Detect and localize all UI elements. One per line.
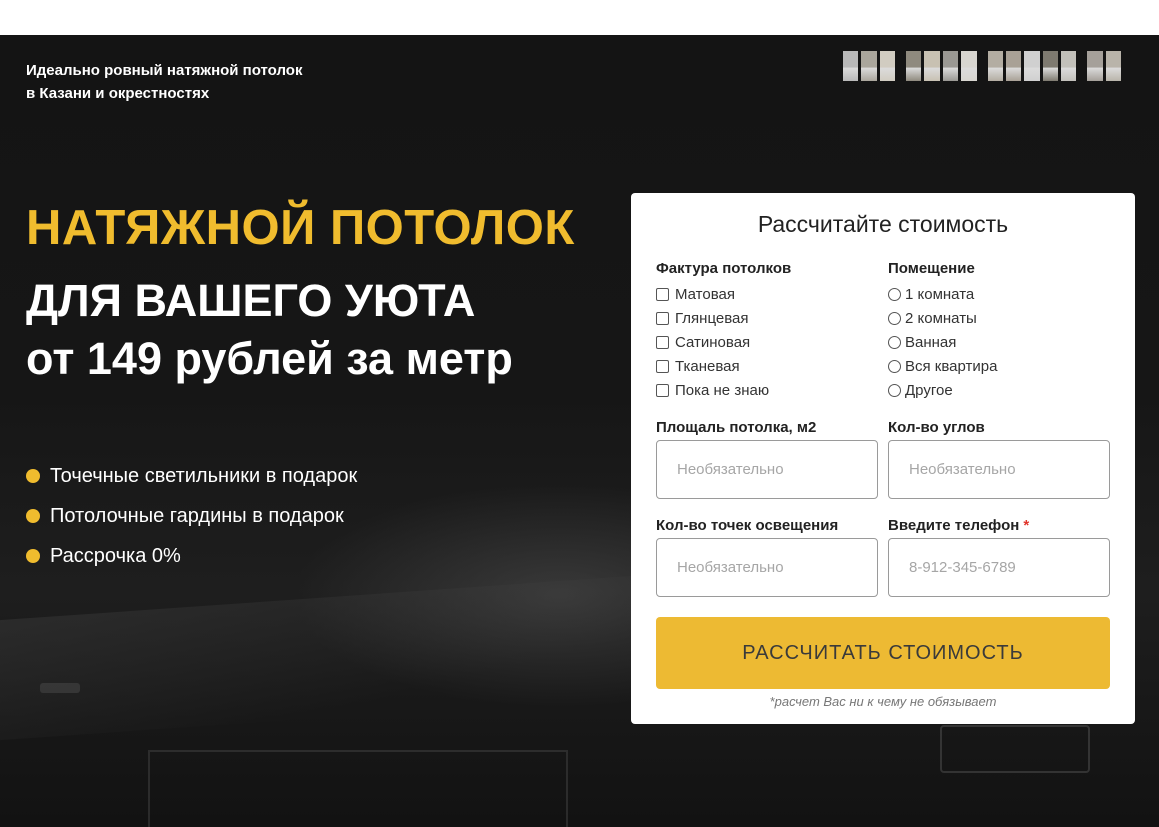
- room-option-2-rooms[interactable]: 2 комнаты: [888, 306, 977, 330]
- checkbox[interactable]: [656, 287, 669, 301]
- pixelated-block: [1060, 51, 1077, 81]
- pixelated-block: [843, 51, 859, 81]
- background-ceiling-shape: [0, 569, 720, 741]
- checkbox[interactable]: [656, 359, 669, 373]
- corners-label: Кол-во углов: [888, 419, 985, 436]
- required-asterisk: *: [1023, 517, 1030, 534]
- phone-label-text: Введите телефон: [888, 517, 1020, 534]
- bullet-dot-icon: [26, 469, 40, 483]
- pixelated-block: [1087, 51, 1103, 81]
- background-window-shape: [148, 750, 568, 827]
- room-option-bathroom[interactable]: Ванная: [888, 330, 956, 354]
- form-disclaimer: *расчет Вас ни к чему не обязывает: [769, 694, 997, 709]
- header-tagline: Идеально ровный натяжной потолок в Казан…: [26, 59, 366, 105]
- option-label: Вся квартира: [905, 357, 998, 375]
- headline-accent: НАТЯЖНОЙ ПОТОЛОК: [26, 201, 575, 255]
- option-label: Пока не знаю: [675, 381, 770, 399]
- option-label: 2 комнаты: [905, 309, 977, 327]
- benefit-item: Потолочные гардины в подарок: [26, 496, 357, 536]
- benefit-text: Рассрочка 0%: [50, 544, 181, 567]
- area-input[interactable]: [656, 440, 878, 499]
- pixelated-block: [961, 51, 977, 81]
- option-label: Глянцевая: [675, 309, 749, 327]
- pixelated-block: [1024, 51, 1040, 81]
- phone-label: Введите телефон *: [888, 517, 1029, 534]
- pixelated-block: [1042, 51, 1058, 81]
- lights-label: Кол-во точек освещения: [656, 517, 839, 534]
- lights-input[interactable]: [656, 538, 878, 597]
- option-label: Сатиновая: [675, 333, 751, 351]
- option-label: Тканевая: [675, 357, 740, 375]
- pixelated-block: [1105, 51, 1122, 81]
- form-title: Рассчитайте стоимость: [757, 211, 1009, 237]
- benefit-item: Точечные светильники в подарок: [26, 456, 357, 496]
- top-white-bar: [0, 0, 1159, 35]
- radio[interactable]: [888, 287, 901, 301]
- room-group-label: Помещение: [888, 260, 975, 277]
- calculate-cost-button[interactable]: РАССЧИТАТЬ СТОИМОСТЬ: [656, 617, 1110, 689]
- phone-input[interactable]: [888, 538, 1110, 597]
- pixelated-block: [942, 51, 959, 81]
- option-label: Ванная: [905, 333, 957, 351]
- background-air-conditioner-shape: [940, 725, 1090, 773]
- area-label: Площаль потолка, м2: [656, 419, 817, 436]
- background-spotlight-shape: [40, 683, 80, 693]
- pixelated-block: [861, 51, 877, 81]
- texture-option-fabric[interactable]: Тканевая: [656, 354, 740, 378]
- texture-option-unknown[interactable]: Пока не знаю: [656, 378, 769, 402]
- blurred-phone-number[interactable]: [843, 51, 1122, 81]
- pixelated-block: [906, 51, 922, 81]
- texture-option-satin[interactable]: Сатиновая: [656, 330, 750, 354]
- bullet-dot-icon: [26, 509, 40, 523]
- pixelated-block: [879, 51, 896, 81]
- texture-option-matte[interactable]: Матовая: [656, 282, 735, 306]
- texture-group-label: Фактура потолков: [656, 260, 792, 277]
- option-label: 1 комната: [905, 285, 975, 303]
- corners-input[interactable]: [888, 440, 1110, 499]
- radio[interactable]: [888, 383, 901, 397]
- bullet-dot-icon: [26, 549, 40, 563]
- radio[interactable]: [888, 335, 901, 349]
- radio[interactable]: [888, 311, 901, 325]
- checkbox[interactable]: [656, 383, 669, 397]
- pixelated-block: [987, 51, 1003, 81]
- headline-price: от 149 рублей за метр: [26, 333, 513, 384]
- texture-option-glossy[interactable]: Глянцевая: [656, 306, 748, 330]
- benefits-list: Точечные светильники в подарок Потолочны…: [26, 456, 357, 576]
- tagline-line-1: Идеально ровный натяжной потолок: [26, 62, 303, 79]
- pixelated-block: [924, 51, 940, 81]
- option-label: Другое: [905, 381, 953, 399]
- pixelated-block: [1005, 51, 1022, 81]
- option-label: Матовая: [675, 285, 735, 303]
- headline-line-2: ДЛЯ ВАШЕГО УЮТА: [26, 275, 476, 326]
- radio[interactable]: [888, 359, 901, 373]
- checkbox[interactable]: [656, 335, 669, 349]
- checkbox[interactable]: [656, 311, 669, 325]
- calculator-form: Рассчитайте стоимость Фактура потолков М…: [631, 193, 1135, 724]
- tagline-line-2: в Казани и окрестностях: [26, 85, 210, 102]
- room-option-whole-apartment[interactable]: Вся квартира: [888, 354, 997, 378]
- room-option-other[interactable]: Другое: [888, 378, 953, 402]
- benefit-text: Потолочные гардины в подарок: [50, 504, 344, 527]
- benefit-item: Рассрочка 0%: [26, 536, 357, 576]
- room-option-1-room[interactable]: 1 комната: [888, 282, 974, 306]
- benefit-text: Точечные светильники в подарок: [50, 464, 358, 487]
